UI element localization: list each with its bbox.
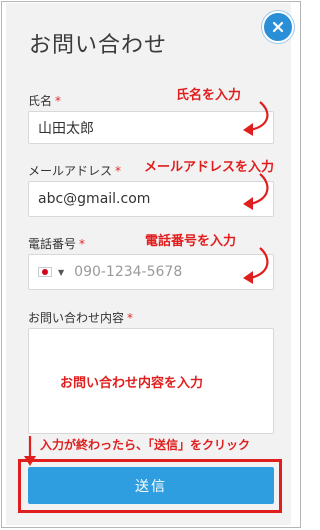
- required-mark: *: [55, 94, 62, 108]
- name-label: 氏名 *: [28, 94, 62, 108]
- required-mark: *: [115, 164, 122, 178]
- phone-label: 電話番号 *: [28, 237, 86, 251]
- annotation-arrow-email-icon: [243, 173, 269, 210]
- email-label: メールアドレス *: [28, 164, 122, 178]
- phone-placeholder: 090-1234-5678: [74, 264, 183, 280]
- close-button[interactable]: [262, 11, 294, 43]
- message-label: お問い合わせ内容 *: [28, 311, 134, 325]
- submit-button[interactable]: 送信: [28, 467, 274, 504]
- annotation-message: お問い合わせ内容を入力: [60, 376, 204, 391]
- japan-flag-icon[interactable]: [38, 267, 52, 277]
- required-mark: *: [127, 311, 134, 325]
- dialog-title: お問い合わせ: [29, 33, 168, 58]
- chevron-down-icon[interactable]: ▼: [58, 268, 64, 277]
- close-icon: [272, 21, 284, 33]
- annotation-phone: 電話番号を入力: [145, 234, 237, 249]
- email-value: abc@gmail.com: [38, 191, 151, 207]
- name-value: 山田太郎: [38, 120, 94, 137]
- annotation-name: 氏名を入力: [176, 88, 242, 103]
- required-mark: *: [79, 237, 86, 251]
- annotation-arrow-submit-icon: [24, 436, 36, 466]
- annotation-arrow-name-icon: [243, 101, 269, 136]
- annotation-arrow-phone-icon: [243, 247, 269, 284]
- annotation-submit: 入力が終わったら、「送信」をクリック: [40, 438, 251, 452]
